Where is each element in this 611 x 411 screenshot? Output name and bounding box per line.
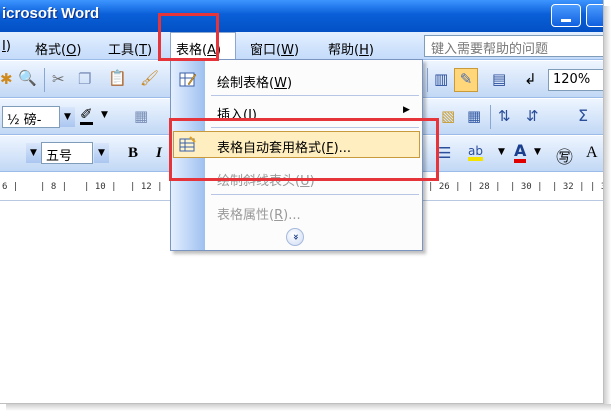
submenu-arrow-icon: ▶ xyxy=(403,105,410,115)
autosum-icon[interactable]: Σ xyxy=(578,108,588,124)
columns-icon[interactable]: ▥ xyxy=(434,72,448,87)
chevron-down-icon[interactable]: ▼ xyxy=(60,107,75,127)
menu-tools[interactable]: 工具(T) xyxy=(108,39,152,58)
draw-table-icon xyxy=(179,72,197,87)
ruler-tick: | 8 | xyxy=(40,182,68,192)
minimize-button[interactable] xyxy=(551,4,581,27)
italic-button[interactable]: I xyxy=(156,145,162,162)
double-chevron-down-icon: » xyxy=(290,233,301,241)
annotation-box-table-menu xyxy=(158,13,219,61)
menu-item-label: 表格属性(R)... xyxy=(217,208,301,223)
drop-shadow-right xyxy=(604,6,611,408)
menu-format[interactable]: 格式(O) xyxy=(35,39,81,58)
sort-descending-icon[interactable]: ⇵ xyxy=(526,109,539,124)
ruler-tick: | 32 | xyxy=(552,182,585,192)
format-painter-icon[interactable]: 🖌 xyxy=(140,71,159,86)
line-weight-combo[interactable]: ½ 磅- xyxy=(2,106,60,128)
expand-menu-button[interactable]: » xyxy=(286,228,304,246)
font-button[interactable]: A xyxy=(586,144,598,162)
borders-icon[interactable]: ▦ xyxy=(134,109,148,124)
chevron-down-icon[interactable]: ▼ xyxy=(26,143,41,163)
title-bar: icrosoft Word xyxy=(0,0,603,32)
font-color-button[interactable]: A xyxy=(514,143,527,163)
paste-icon[interactable]: 📋 xyxy=(108,71,127,86)
zoom-combo[interactable]: 120% xyxy=(548,69,603,91)
menu-insert[interactable]: I) xyxy=(2,39,11,54)
ruler-tick: 6 | xyxy=(2,182,19,192)
highlight-icon[interactable]: ab xyxy=(468,145,483,161)
drawing-icon[interactable]: ✎ xyxy=(454,68,478,92)
ruler-tick: | 10 | xyxy=(84,182,117,192)
window-title: icrosoft Word xyxy=(2,5,100,22)
font-size-combo[interactable]: 五号 xyxy=(41,142,93,164)
toolbar-separator xyxy=(44,68,45,92)
menu-item-label: 绘制表格(W) xyxy=(217,76,293,91)
menu-item-table-properties[interactable]: 表格属性(R)... xyxy=(171,198,422,224)
word-window: icrosoft Word I) 格式(O) 工具(T) 表格(A) 窗口(W)… xyxy=(0,0,604,404)
border-color-icon[interactable]: ✐ xyxy=(80,107,93,125)
insert-table-icon[interactable]: ▦ xyxy=(467,109,481,124)
sort-ascending-icon[interactable]: ⇅ xyxy=(498,109,511,124)
minimize-icon xyxy=(561,19,571,22)
chevron-down-icon[interactable]: ▼ xyxy=(498,148,505,157)
copy-icon[interactable]: ❐ xyxy=(78,72,91,87)
line-spacing-icon[interactable]: ☰ xyxy=(438,146,451,161)
menu-separator xyxy=(211,95,419,96)
annotation-box-autoformat xyxy=(169,118,439,181)
research-icon[interactable]: 🔍 xyxy=(18,71,37,86)
menu-separator xyxy=(211,194,419,195)
menu-window[interactable]: 窗口(W) xyxy=(250,39,299,58)
ruler-tick: | 12 | xyxy=(130,182,163,192)
chevron-down-icon[interactable]: ▼ xyxy=(534,148,541,157)
toolbar-separator xyxy=(490,105,491,129)
help-search-input[interactable]: 键入需要帮助的问题 xyxy=(424,35,603,57)
new-icon[interactable]: ✱ xyxy=(0,72,13,87)
ruler-tick: | 3 xyxy=(590,182,603,192)
maximize-button[interactable] xyxy=(586,4,603,27)
menu-item-draw-table[interactable]: 绘制表格(W) xyxy=(171,66,422,92)
bold-button[interactable]: B xyxy=(128,145,138,162)
enclose-character-button[interactable]: ㊢ xyxy=(556,143,573,168)
cut-icon[interactable]: ✂ xyxy=(52,72,65,87)
menu-help[interactable]: 帮助(H) xyxy=(328,39,374,58)
chevron-down-icon[interactable]: ▼ xyxy=(101,111,108,120)
ruler-tick: | 30 | xyxy=(510,182,543,192)
chevron-down-icon[interactable]: ▼ xyxy=(94,143,109,163)
document-map-icon[interactable]: ▤ xyxy=(492,72,506,87)
auto-format-icon[interactable]: ▧ xyxy=(441,109,455,124)
show-hide-icon[interactable]: ↲ xyxy=(524,72,537,87)
drop-shadow-bottom xyxy=(6,404,611,411)
ruler-tick: | 28 | xyxy=(468,182,501,192)
toolbar-separator xyxy=(427,68,428,92)
ruler-tick: | 26 | xyxy=(428,182,461,192)
